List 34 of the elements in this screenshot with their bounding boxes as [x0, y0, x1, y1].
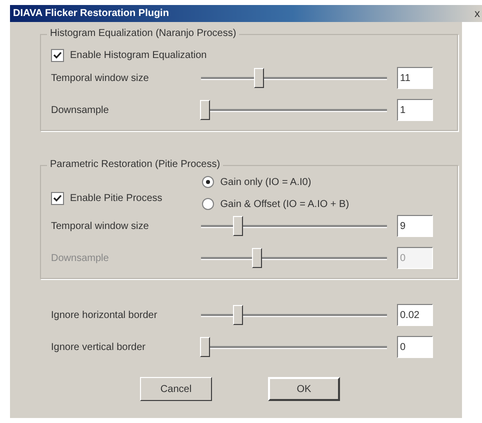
slider-thumb[interactable]	[233, 305, 244, 325]
group-title: Parametric Restoration (Pitie Process)	[47, 159, 224, 170]
close-button[interactable]: x	[474, 8, 480, 20]
group-title: Histogram Equalization (Naranjo Process)	[47, 28, 240, 39]
row-label: Temporal window size	[51, 72, 150, 84]
ok-button[interactable]: OK	[268, 377, 340, 401]
value-field[interactable]: 0	[397, 336, 433, 358]
check-icon	[53, 51, 62, 60]
row-label: Temporal window size	[51, 220, 150, 232]
row-label: Ignore horizontal border	[51, 310, 158, 320]
slider[interactable]	[201, 337, 387, 357]
slider-thumb[interactable]	[254, 68, 264, 88]
mode-radio[interactable]: Gain only (IO = A.I0)	[202, 176, 350, 188]
slider[interactable]	[201, 216, 387, 236]
slider[interactable]	[201, 248, 387, 268]
row-label: Ignore vertical border	[51, 342, 146, 352]
slider-thumb[interactable]	[200, 337, 210, 357]
enable-checkbox[interactable]: Enable Histogram Equalization	[51, 49, 457, 62]
slider-thumb[interactable]	[233, 216, 244, 236]
slider[interactable]	[201, 305, 387, 325]
mode-radio[interactable]: Gain & Offset (IO = A.IO + B)	[202, 198, 350, 210]
check-icon	[53, 194, 62, 203]
value-field[interactable]: 9	[397, 215, 433, 237]
value-field[interactable]: 0.02	[397, 304, 433, 326]
slider[interactable]	[201, 68, 387, 88]
slider-thumb[interactable]	[200, 100, 210, 120]
value-field[interactable]: 1	[397, 99, 433, 121]
cancel-button[interactable]: Cancel	[140, 377, 212, 401]
enable-checkbox[interactable]: Enable Pitie Process	[51, 192, 162, 205]
row-label: Downsample	[51, 252, 110, 264]
slider[interactable]	[201, 100, 387, 120]
window-title: DIAVA Flicker Restoration Plugin	[13, 8, 169, 19]
row-label: Downsample	[51, 104, 110, 116]
value-field[interactable]: 11	[397, 67, 433, 89]
